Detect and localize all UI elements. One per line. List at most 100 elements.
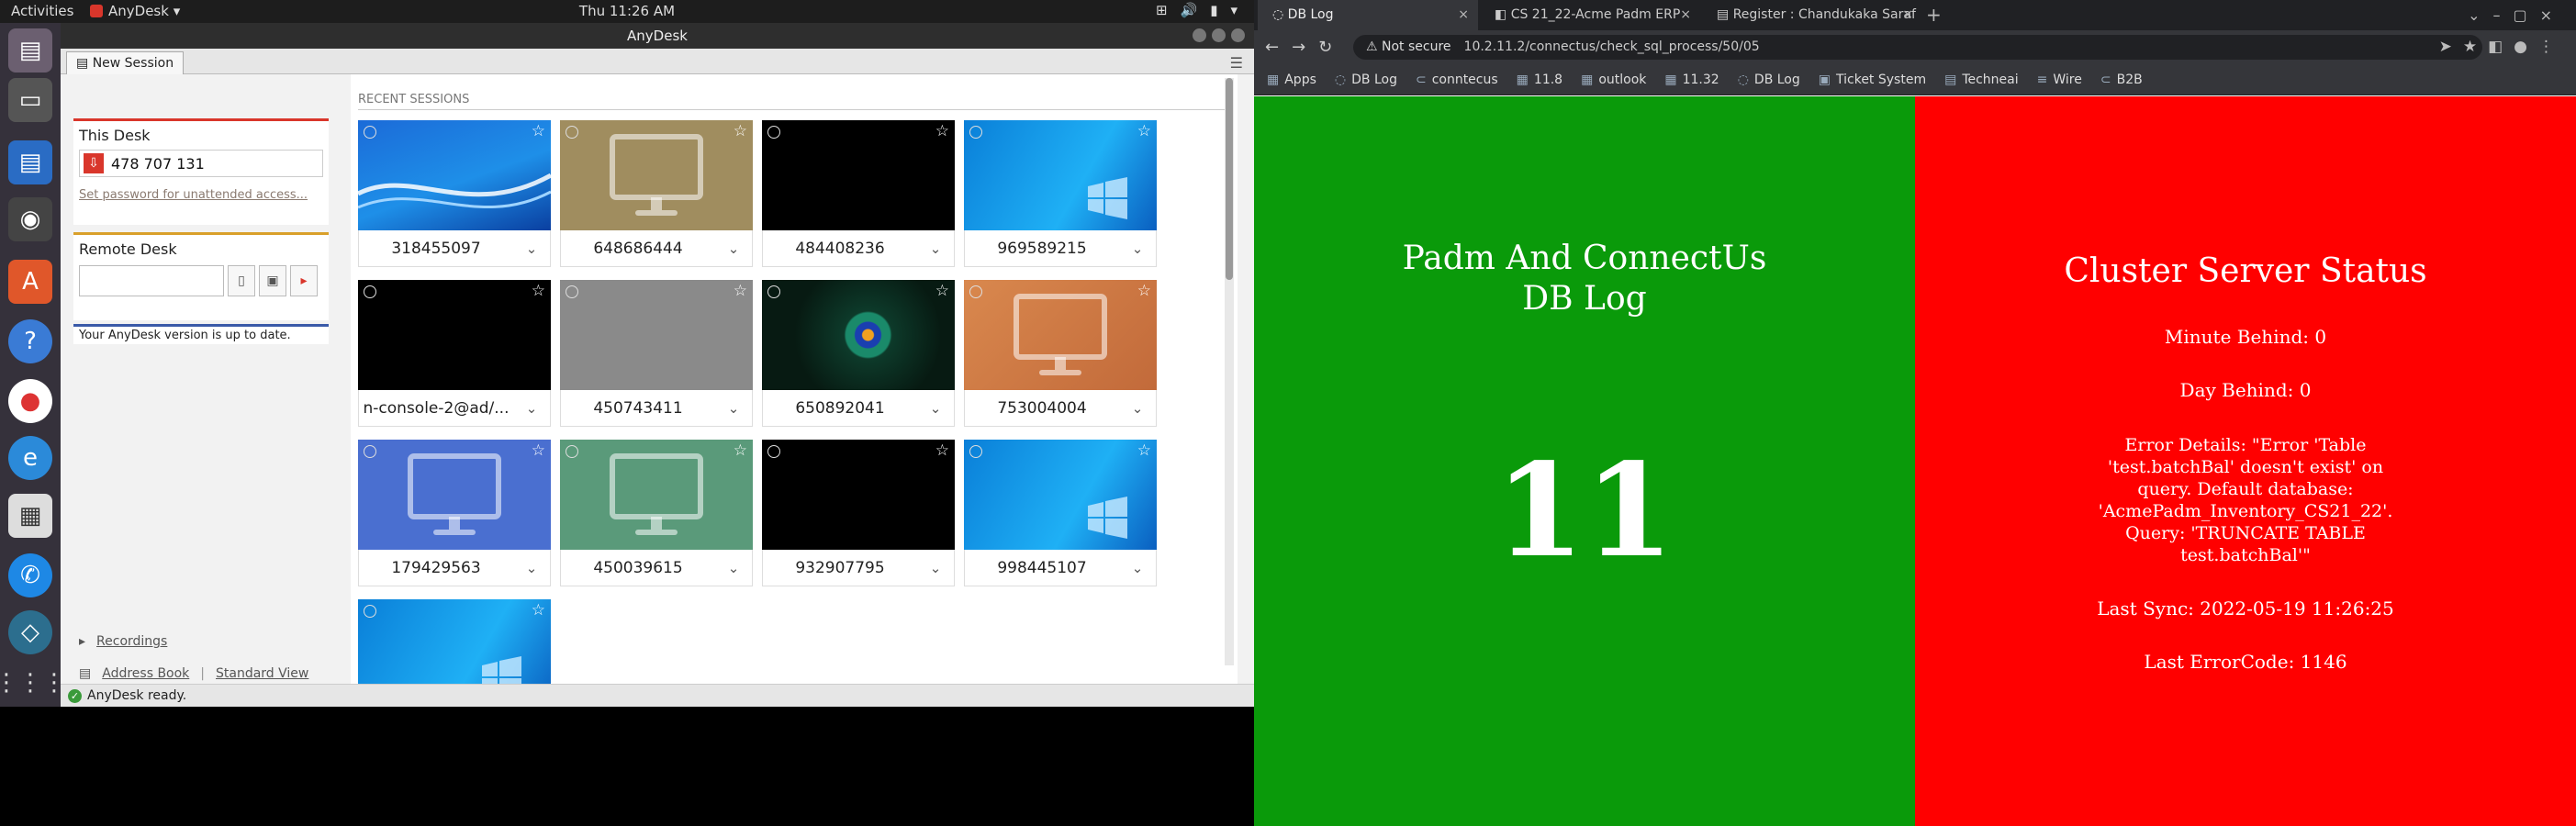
bookmark-item[interactable]: ≡ Wire [2037, 73, 2082, 87]
address-book-link[interactable]: Address Book [102, 666, 189, 681]
session-thumbnail[interactable] [358, 440, 551, 550]
new-tab-icon[interactable]: + [1926, 0, 1942, 30]
favorite-star-icon[interactable]: ☆ [734, 282, 747, 300]
phone-icon[interactable]: ✆ [8, 553, 52, 597]
filer-icon[interactable]: ▭ [8, 78, 52, 122]
nav-buttons[interactable]: ←→↻ [1265, 30, 1345, 64]
chrome-icon[interactable]: ● [8, 379, 52, 423]
session-thumbnail[interactable] [358, 599, 551, 684]
session-tile[interactable]: ☆ 450039615 ⌄ [560, 440, 753, 590]
favorite-star-icon[interactable]: ☆ [734, 122, 747, 140]
bookmark-item[interactable]: ⊂ conntecus [1416, 73, 1498, 87]
session-thumbnail[interactable] [964, 440, 1157, 550]
session-thumbnail[interactable] [560, 440, 753, 550]
writer-icon[interactable]: ▤ [8, 140, 52, 184]
calculator-icon[interactable]: ▦ [8, 494, 52, 538]
favorite-star-icon[interactable]: ☆ [935, 282, 949, 300]
chevron-down-icon[interactable]: ⌄ [715, 240, 752, 257]
chevron-down-icon[interactable]: ⌄ [1119, 560, 1156, 576]
session-tile[interactable]: ☆ n-console-2@ad/... ⌄ [358, 280, 551, 430]
minimize-icon[interactable] [1193, 28, 1206, 42]
session-tile[interactable]: ☆ 969589215 ⌄ [964, 120, 1157, 271]
favorite-star-icon[interactable]: ☆ [935, 441, 949, 460]
bookmark-item[interactable]: ▤ Techneai [1944, 73, 2019, 87]
toolbar-icons[interactable]: ➤★◧●⋮ [2439, 30, 2565, 64]
bookmark-item[interactable]: ⊂ B2B [2100, 73, 2143, 87]
show-apps-icon[interactable]: ⋮⋮⋮ [0, 661, 66, 705]
chevron-down-icon[interactable]: ⌄ [917, 240, 954, 257]
favorite-star-icon[interactable]: ☆ [1137, 282, 1151, 300]
recordings-row[interactable]: ▸ Recordings [79, 634, 167, 649]
chevron-down-icon[interactable]: ⌄ [715, 400, 752, 417]
favorite-star-icon[interactable]: ☆ [1137, 122, 1151, 140]
hamburger-menu-icon[interactable]: ☰ [1230, 54, 1243, 72]
tab-register[interactable]: ▤ Register : Chandukaka Saraf × [1702, 0, 1922, 30]
file-transfer-icon[interactable]: ▯ [228, 265, 255, 296]
standard-view-link[interactable]: Standard View [216, 666, 308, 681]
session-tile[interactable]: ☆ 932907795 ⌄ [762, 440, 955, 590]
remote-address-input[interactable] [79, 265, 224, 296]
favorite-star-icon[interactable]: ☆ [935, 122, 949, 140]
session-thumbnail[interactable] [964, 280, 1157, 390]
this-desk-id-field[interactable]: ⇩ 478 707 131 [79, 150, 323, 177]
favorite-star-icon[interactable]: ☆ [532, 601, 545, 620]
session-tile[interactable]: ☆ 318455097 ⌄ [358, 120, 551, 271]
activities-button[interactable]: Activities [11, 3, 73, 19]
chevron-down-icon[interactable]: ⌄ [715, 560, 752, 576]
close-icon[interactable] [1231, 28, 1245, 42]
window-controls[interactable]: ⌄–▢× [2468, 0, 2565, 30]
session-tile[interactable]: ☆ 450743411 ⌄ [560, 280, 753, 430]
address-bar[interactable]: ⚠ Not secure 10.2.11.2/connectus/check_sq… [1353, 35, 2482, 60]
chevron-down-icon[interactable]: ⌄ [917, 560, 954, 576]
favorite-star-icon[interactable]: ☆ [734, 441, 747, 460]
help-icon[interactable]: ? [8, 319, 52, 363]
chevron-down-icon[interactable]: ⌄ [513, 560, 550, 576]
session-tile[interactable]: ☆ 650892041 ⌄ [762, 280, 955, 430]
session-thumbnail[interactable] [762, 280, 955, 390]
tab-new-session[interactable]: ▤ New Session [66, 51, 185, 74]
session-tile[interactable]: ☆ 179429563 ⌄ [358, 440, 551, 590]
session-thumbnail[interactable] [762, 120, 955, 230]
sessions-scrollbar[interactable] [1225, 78, 1234, 665]
tab-close-icon[interactable]: × [1458, 0, 1469, 30]
chevron-down-icon[interactable]: ⌄ [513, 240, 550, 257]
system-tray[interactable]: ⊞ 🔊 ▮ ▾ [1156, 2, 1238, 18]
session-thumbnail[interactable] [358, 280, 551, 390]
chevron-down-icon[interactable]: ⌄ [1119, 400, 1156, 417]
session-thumbnail[interactable] [358, 120, 551, 230]
tab-db-log[interactable]: ◌ DB Log × [1258, 0, 1478, 30]
session-tile[interactable]: ☆ [358, 599, 551, 684]
tab-acme-erp[interactable]: ◧ CS 21_22-Acme Padm ERP × [1480, 0, 1700, 30]
chevron-down-icon[interactable]: ⌄ [917, 400, 954, 417]
session-tile[interactable]: ☆ 484408236 ⌄ [762, 120, 955, 271]
session-thumbnail[interactable] [560, 120, 753, 230]
bookmark-item[interactable]: ▦ Apps [1267, 73, 1316, 87]
session-tile[interactable]: ☆ 998445107 ⌄ [964, 440, 1157, 590]
session-tile[interactable]: ☆ 753004004 ⌄ [964, 280, 1157, 430]
tab-close-icon[interactable]: × [1680, 0, 1691, 30]
chevron-down-icon[interactable]: ⌄ [513, 400, 550, 417]
favorite-star-icon[interactable]: ☆ [532, 282, 545, 300]
bookmark-item[interactable]: ◌ DB Log [1738, 73, 1800, 87]
not-secure-badge[interactable]: ⚠ Not secure [1366, 39, 1451, 54]
address-book-row[interactable]: ▤ Address Book | Standard View [79, 666, 308, 681]
session-tile[interactable]: ☆ 648686444 ⌄ [560, 120, 753, 271]
set-password-link[interactable]: Set password for unattended access... [79, 188, 323, 202]
anydesk-dock-icon[interactable]: ◇ [8, 610, 52, 654]
chevron-down-icon[interactable]: ⌄ [1119, 240, 1156, 257]
edge-icon[interactable]: e [8, 436, 52, 480]
files-icon[interactable]: ▤ [8, 28, 52, 73]
maximize-icon[interactable] [1212, 28, 1226, 42]
session-thumbnail[interactable] [964, 120, 1157, 230]
tab-close-icon[interactable]: × [1902, 0, 1913, 30]
recordings-link[interactable]: Recordings [96, 634, 167, 649]
browse-icon[interactable]: ▣ [259, 265, 286, 296]
connect-icon[interactable]: ▸ [290, 265, 318, 296]
favorite-star-icon[interactable]: ☆ [532, 441, 545, 460]
session-thumbnail[interactable] [762, 440, 955, 550]
bookmark-item[interactable]: ▦ outlook [1581, 73, 1646, 87]
favorite-star-icon[interactable]: ☆ [532, 122, 545, 140]
app-menu[interactable]: AnyDesk ▾ [90, 3, 180, 19]
session-thumbnail[interactable] [560, 280, 753, 390]
software-center-icon[interactable]: A [8, 260, 52, 304]
